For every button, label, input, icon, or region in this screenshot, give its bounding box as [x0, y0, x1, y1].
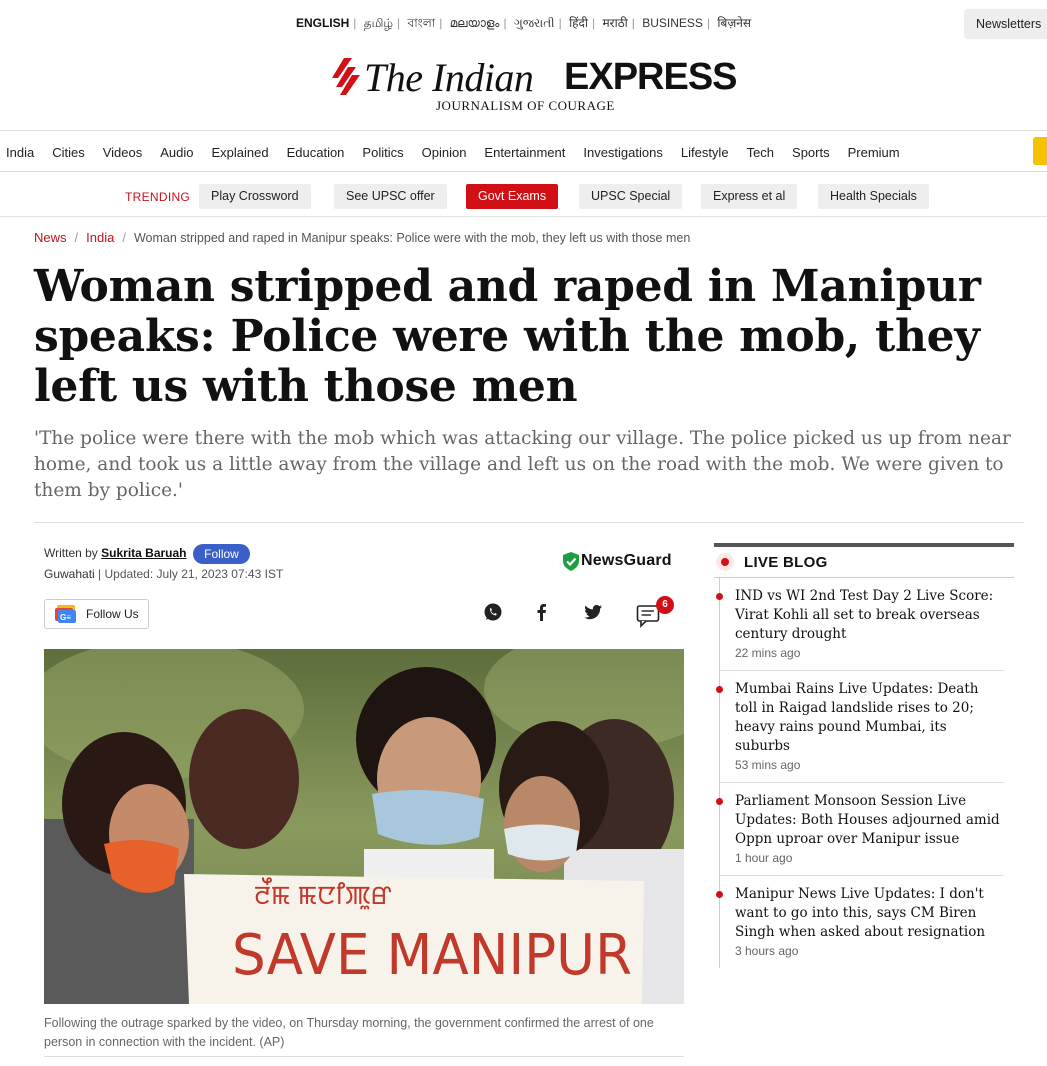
logo-express: EXPRESS — [564, 56, 738, 98]
trending-chip-express-et-al[interactable]: Express et al — [701, 184, 798, 209]
divider — [34, 522, 1024, 523]
newsguard-badge[interactable]: NewsGuard — [563, 550, 672, 572]
protest-photo: ꯂꯩꯃ ꯃꯅꯤꯄꯨꯔ SAVE MANIPUR — [44, 649, 684, 1004]
live-blog-list: IND vs WI 2nd Test Day 2 Live Score: Vir… — [716, 578, 1014, 968]
newsletters-button[interactable]: Newsletters — [964, 9, 1047, 39]
bullet-icon — [716, 891, 723, 898]
site-logo[interactable]: The Indian EXPRESS JOURNALISM OF COURAGE — [328, 55, 748, 118]
newsguard-label: NewsGuard — [581, 552, 672, 569]
lang-malayalam[interactable]: മലയാളം — [446, 16, 504, 31]
lang-english[interactable]: ENGLISH — [292, 16, 353, 30]
live-blog-headline[interactable]: Parliament Monsoon Session Live Updates:… — [735, 792, 1004, 849]
updated-timestamp: | Updated: July 21, 2023 07:43 IST — [94, 567, 284, 581]
live-blog-time: 1 hour ago — [735, 851, 793, 865]
comment-count-badge: 6 — [656, 596, 674, 614]
flame-logo-icon — [332, 58, 360, 95]
live-blog-time: 3 hours ago — [735, 944, 799, 958]
lang-hindi[interactable]: हिंदी — [565, 14, 592, 31]
author-link[interactable]: Sukrita Baruah — [101, 546, 186, 560]
lang-tamil[interactable]: தமிழ் — [360, 16, 397, 32]
written-by-label: Written by — [44, 546, 98, 560]
trending-chip-upsc-special[interactable]: UPSC Special — [579, 184, 683, 209]
newsguard-shield-icon — [563, 551, 579, 571]
bullet-icon — [716, 798, 723, 805]
nav-item-education[interactable]: Education — [278, 145, 354, 160]
lang-business-hindi[interactable]: बिज़नेस — [713, 14, 755, 31]
lang-gujarati[interactable]: ગુજરાતી — [510, 16, 559, 31]
article-hero-image: ꯂꯩꯃ ꯃꯅꯤꯄꯨꯔ SAVE MANIPUR — [44, 649, 684, 1004]
whatsapp-share-icon[interactable] — [483, 602, 503, 622]
nav-item-tech[interactable]: Tech — [738, 145, 783, 160]
nav-item-videos[interactable]: Videos — [94, 145, 152, 160]
placard-text-top: ꯂꯩꯃ ꯃꯅꯤꯄꯨꯔ — [254, 877, 392, 910]
nav-item-explained[interactable]: Explained — [202, 145, 277, 160]
live-blog-widget: LIVE BLOG IND vs WI 2nd Test Day 2 Live … — [714, 543, 1014, 968]
logo-tagline: JOURNALISM OF COURAGE — [436, 98, 615, 113]
lang-bangla[interactable]: বাংলা — [404, 15, 440, 35]
google-news-icon: G≡ — [55, 605, 76, 623]
trending-chip-crossword[interactable]: Play Crossword — [199, 184, 311, 209]
live-blog-time: 22 mins ago — [735, 646, 801, 660]
dateline-city: Guwahati — [44, 567, 95, 581]
twitter-share-icon[interactable] — [583, 602, 603, 622]
breadcrumb-news[interactable]: News — [34, 230, 67, 245]
nav-item-lifestyle[interactable]: Lifestyle — [672, 145, 738, 160]
image-caption: Following the outrage sparked by the vid… — [44, 1016, 654, 1049]
nav-item-sports[interactable]: Sports — [783, 145, 839, 160]
placard-text: SAVE MANIPUR — [232, 923, 632, 988]
live-blog-time: 53 mins ago — [735, 758, 801, 772]
nav-item-audio[interactable]: Audio — [151, 145, 202, 160]
follow-us-label: Follow Us — [86, 607, 139, 621]
nav-item-cities[interactable]: Cities — [43, 145, 94, 160]
nav-item-opinion[interactable]: Opinion — [413, 145, 476, 160]
bullet-icon — [716, 686, 723, 693]
live-blog-item[interactable]: Manipur News Live Updates: I don't want … — [716, 876, 1004, 968]
trending-label: TRENDING — [125, 190, 191, 204]
nav-item-entertainment[interactable]: Entertainment — [475, 145, 574, 160]
nav-item-investigations[interactable]: Investigations — [574, 145, 672, 160]
nav-item-politics[interactable]: Politics — [353, 145, 412, 160]
breadcrumb: News / India / Woman stripped and raped in M… — [34, 230, 691, 245]
lang-marathi[interactable]: मराठी — [599, 14, 632, 31]
live-blog-headline[interactable]: Mumbai Rains Live Updates: Death toll in… — [735, 680, 1004, 756]
trending-chip-upsc-offer[interactable]: See UPSC offer — [334, 184, 447, 209]
bullet-icon — [716, 593, 723, 600]
dateline: Guwahati | Updated: July 21, 2023 07:43 … — [44, 567, 283, 581]
logo-the-indian: The Indian — [364, 55, 534, 100]
breadcrumb-current: Woman stripped and raped in Manipur spea… — [133, 231, 691, 245]
trending-bar: TRENDING Play Crossword See UPSC offer G… — [0, 172, 1047, 217]
live-blog-item[interactable]: IND vs WI 2nd Test Day 2 Live Score: Vir… — [716, 578, 1004, 671]
language-bar: ENGLISH | தமிழ் | বাংলা | മലയാളം | ગુજરાતી | … — [0, 14, 1047, 35]
facebook-share-icon[interactable] — [532, 602, 552, 622]
live-blog-title: LIVE BLOG — [744, 553, 828, 571]
breadcrumb-india[interactable]: India — [86, 230, 114, 245]
nav-item-premium[interactable]: Premium — [839, 145, 909, 160]
live-blog-headline[interactable]: Manipur News Live Updates: I don't want … — [735, 885, 1004, 942]
divider — [44, 1056, 684, 1057]
svg-text:G≡: G≡ — [60, 613, 71, 622]
nav-item-india[interactable]: India — [0, 145, 43, 160]
live-blog-item[interactable]: Mumbai Rains Live Updates: Death toll in… — [716, 671, 1004, 783]
subscribe-button-edge[interactable] — [1033, 137, 1047, 165]
trending-chip-health-specials[interactable]: Health Specials — [818, 184, 929, 209]
live-dot-icon — [716, 553, 734, 571]
lang-business[interactable]: BUSINESS — [638, 16, 707, 30]
follow-author-button[interactable]: Follow — [193, 544, 250, 564]
byline: Written by Sukrita Baruah — [44, 546, 187, 560]
live-blog-header: LIVE BLOG — [714, 543, 1014, 578]
google-news-follow-button[interactable]: G≡ Follow Us — [44, 599, 149, 629]
live-blog-item[interactable]: Parliament Monsoon Session Live Updates:… — [716, 783, 1004, 876]
trending-chip-govt-exams[interactable]: Govt Exams — [466, 184, 559, 209]
article-standfirst: 'The police were there with the mob whic… — [34, 428, 1011, 501]
main-nav: India Cities Videos Audio Explained Educ… — [0, 130, 1047, 172]
live-blog-headline[interactable]: IND vs WI 2nd Test Day 2 Live Score: Vir… — [735, 587, 1004, 644]
article-headline: Woman stripped and raped in Manipur spea… — [34, 261, 981, 412]
